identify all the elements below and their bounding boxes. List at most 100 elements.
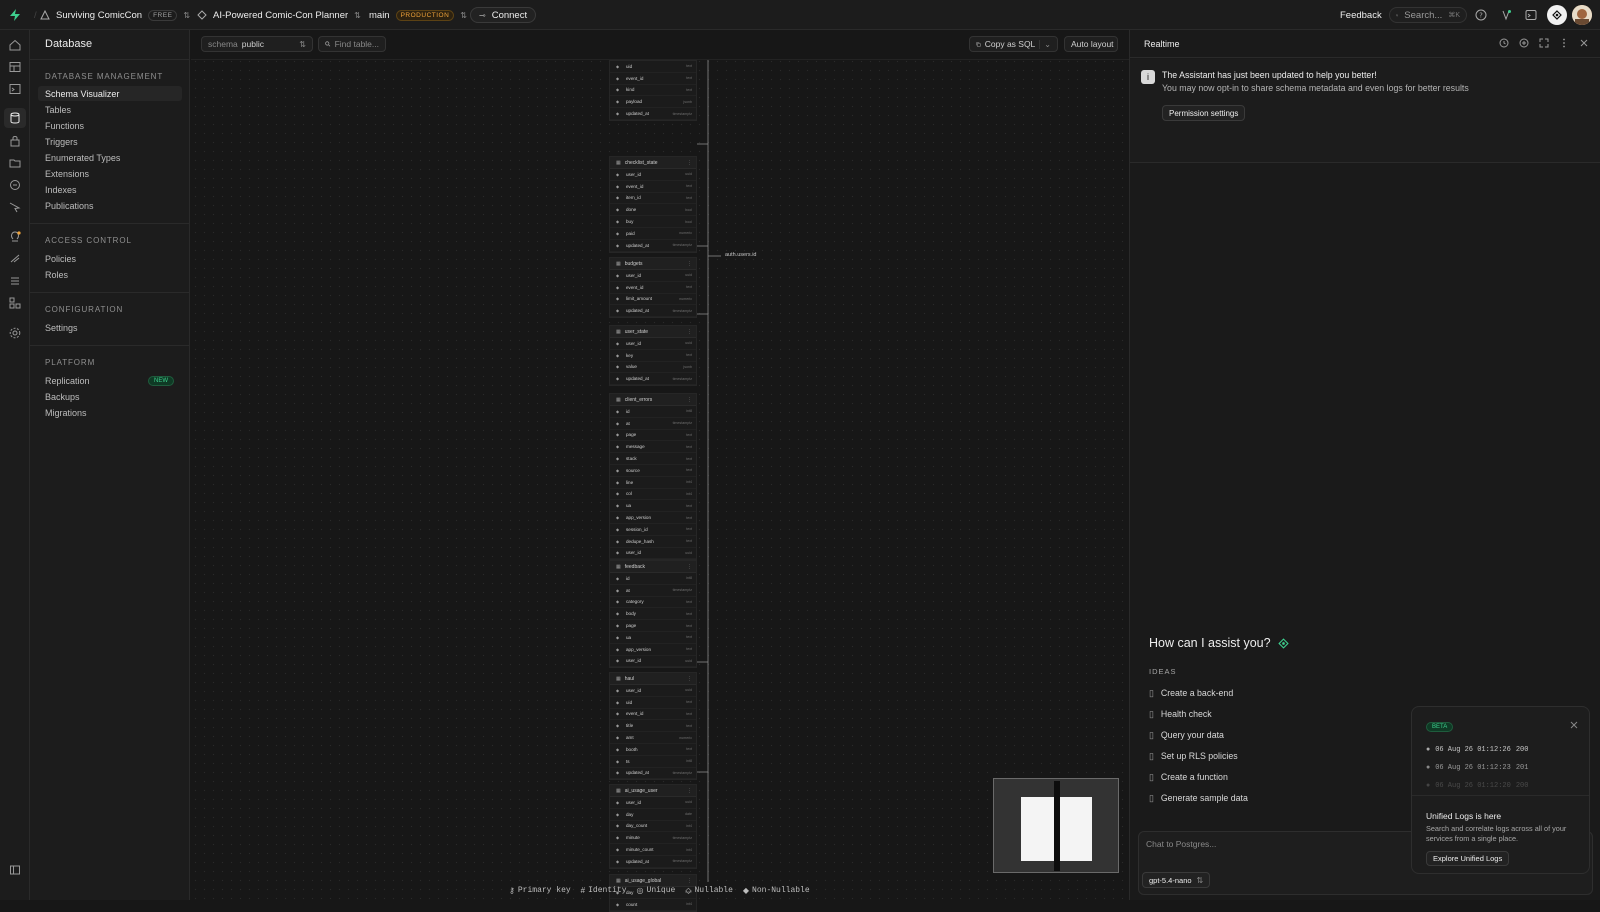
- close-icon[interactable]: [1578, 37, 1590, 49]
- notice-title: The Assistant has just been updated to h…: [1162, 70, 1377, 80]
- supabase-logo[interactable]: [8, 0, 22, 30]
- column-key-icon: ◆: [616, 901, 620, 907]
- avatar[interactable]: [1572, 5, 1592, 25]
- ai-sparkle-icon: [1277, 637, 1289, 649]
- sidebar-item-backups[interactable]: Backups: [38, 389, 182, 404]
- edge-functions-icon[interactable]: [8, 178, 22, 192]
- advisors-button[interactable]: [1500, 0, 1512, 30]
- sidebar-item-triggers[interactable]: Triggers: [38, 134, 182, 149]
- update-notice: i The Assistant has just been updated to…: [1130, 59, 1600, 163]
- chat-input[interactable]: Chat to Postgres...: [1146, 839, 1216, 849]
- home-icon[interactable]: [8, 38, 22, 52]
- column-name: count: [626, 901, 638, 907]
- explore-logs-button[interactable]: Explore Unified Logs: [1426, 851, 1510, 866]
- sidebar-item-tables[interactable]: Tables: [38, 102, 182, 117]
- sidebar-item-migrations[interactable]: Migrations: [38, 405, 182, 420]
- sidebar-item-extensions[interactable]: Extensions: [38, 166, 182, 181]
- branch-switcher[interactable]: main PRODUCTION ⇅: [369, 0, 467, 30]
- file-icon: ▯: [1149, 708, 1154, 719]
- file-icon: ▯: [1149, 771, 1154, 782]
- divider: [30, 223, 190, 224]
- project-icon: [197, 10, 207, 20]
- idea-create-function[interactable]: ▯ Create a function: [1149, 770, 1228, 784]
- beta-badge: BETA: [1426, 722, 1454, 732]
- status-dot-icon: ●: [1426, 764, 1431, 772]
- assistant-button[interactable]: [1547, 5, 1567, 25]
- idea-query-data[interactable]: ▯ Query your data: [1149, 728, 1224, 742]
- svg-text:?: ?: [1479, 12, 1483, 20]
- idea-health-check[interactable]: ▯ Health check: [1149, 707, 1212, 721]
- expand-icon[interactable]: [1538, 37, 1550, 49]
- logs-icon[interactable]: [8, 274, 22, 288]
- history-icon[interactable]: [1498, 37, 1510, 49]
- minimap-tables: [1054, 781, 1060, 871]
- env-badge: PRODUCTION: [395, 9, 455, 21]
- storage-icon[interactable]: [8, 156, 22, 170]
- settings-gear-icon[interactable]: [8, 326, 22, 340]
- org-switcher[interactable]: Surviving ComicCon FREE ⇅: [40, 0, 190, 30]
- sidebar-item-schema-visualizer[interactable]: Schema Visualizer: [38, 86, 182, 101]
- divider: [1412, 795, 1589, 796]
- log-entry: ● 06 Aug 26 01:12:23 201: [1426, 764, 1529, 772]
- sidebar-item-replication[interactable]: Replication NEW: [38, 373, 182, 388]
- hash-icon: #: [580, 886, 586, 895]
- org-icon: [40, 10, 50, 20]
- group-heading-access-control: ACCESS CONTROL: [45, 236, 132, 245]
- file-icon: ▯: [1149, 750, 1154, 761]
- connect-label: Connect: [491, 9, 528, 21]
- org-name: Surviving ComicCon: [56, 9, 143, 21]
- search-shortcut: ⌘K: [1448, 12, 1460, 19]
- more-vertical-icon[interactable]: [1558, 37, 1570, 49]
- project-switcher[interactable]: AI-Powered Comic-Con Planner ⇅: [197, 0, 361, 30]
- ai-sparkle-icon: [1552, 10, 1562, 20]
- legend-identity: # Identity: [580, 886, 627, 895]
- connect-button[interactable]: ⊸ Connect: [470, 7, 537, 23]
- feedback-label: Feedback: [1340, 9, 1382, 21]
- permission-settings-button[interactable]: Permission settings: [1162, 105, 1246, 121]
- idea-create-backend[interactable]: ▯ Create a back-end: [1149, 686, 1233, 700]
- sql-editor-icon[interactable]: [8, 82, 22, 96]
- reports-icon[interactable]: [8, 252, 22, 266]
- new-chat-icon[interactable]: [1518, 37, 1530, 49]
- auth-lock-icon[interactable]: [8, 134, 22, 148]
- assist-heading-row: How can I assist you?: [1149, 636, 1289, 650]
- collapse-sidebar-icon[interactable]: [8, 863, 22, 877]
- advisors-icon[interactable]: [8, 230, 22, 244]
- relationship-lines: [697, 60, 721, 882]
- close-icon[interactable]: [1570, 721, 1578, 729]
- help-button[interactable]: ?: [1475, 0, 1487, 30]
- panel-actions: [1498, 37, 1590, 49]
- realtime-icon[interactable]: [8, 200, 22, 214]
- schema-canvas[interactable]: schema public ⇅ Find table... Copy as SQ…: [191, 30, 1129, 912]
- integrations-icon[interactable]: [8, 296, 22, 310]
- log-entry: ● 06 Aug 26 01:12:26 200: [1426, 746, 1529, 754]
- feedback-button[interactable]: Feedback: [1340, 0, 1382, 30]
- assist-heading: How can I assist you?: [1149, 636, 1271, 650]
- model-select[interactable]: gpt-5.4-nano ⇅: [1142, 872, 1211, 888]
- terminal-button[interactable]: [1525, 0, 1537, 30]
- database-icon[interactable]: [8, 111, 22, 125]
- table-editor-icon[interactable]: [8, 60, 22, 74]
- sidebar-item-functions[interactable]: Functions: [38, 118, 182, 133]
- sidebar-item-roles[interactable]: Roles: [38, 267, 182, 282]
- help-icon: ?: [1475, 9, 1487, 21]
- legend-nullable: ◇ Nullable: [685, 886, 733, 895]
- sidebar-item-settings[interactable]: Settings: [38, 320, 182, 335]
- search-button[interactable]: Search... ⌘K: [1389, 7, 1467, 23]
- column-row[interactable]: ◆ count int4: [610, 899, 696, 911]
- new-badge: NEW: [148, 375, 174, 386]
- fingerprint-icon: ◎: [636, 886, 644, 895]
- ideas-heading: IDEAS: [1149, 667, 1177, 676]
- column-type: int4: [686, 902, 692, 907]
- idea-rls-policies[interactable]: ▯ Set up RLS policies: [1149, 749, 1238, 763]
- sidebar-item-enumerated-types[interactable]: Enumerated Types: [38, 150, 182, 165]
- minimap[interactable]: [993, 778, 1119, 873]
- file-icon: ▯: [1149, 729, 1154, 740]
- legend-non-nullable: ◆ Non-Nullable: [742, 886, 810, 895]
- divider: [30, 292, 190, 293]
- sidebar-item-indexes[interactable]: Indexes: [38, 182, 182, 197]
- sidebar-item-policies[interactable]: Policies: [38, 251, 182, 266]
- idea-sample-data[interactable]: ▯ Generate sample data: [1149, 791, 1248, 805]
- sidebar-item-publications[interactable]: Publications: [38, 198, 182, 213]
- lightbulb-icon: [1502, 10, 1511, 21]
